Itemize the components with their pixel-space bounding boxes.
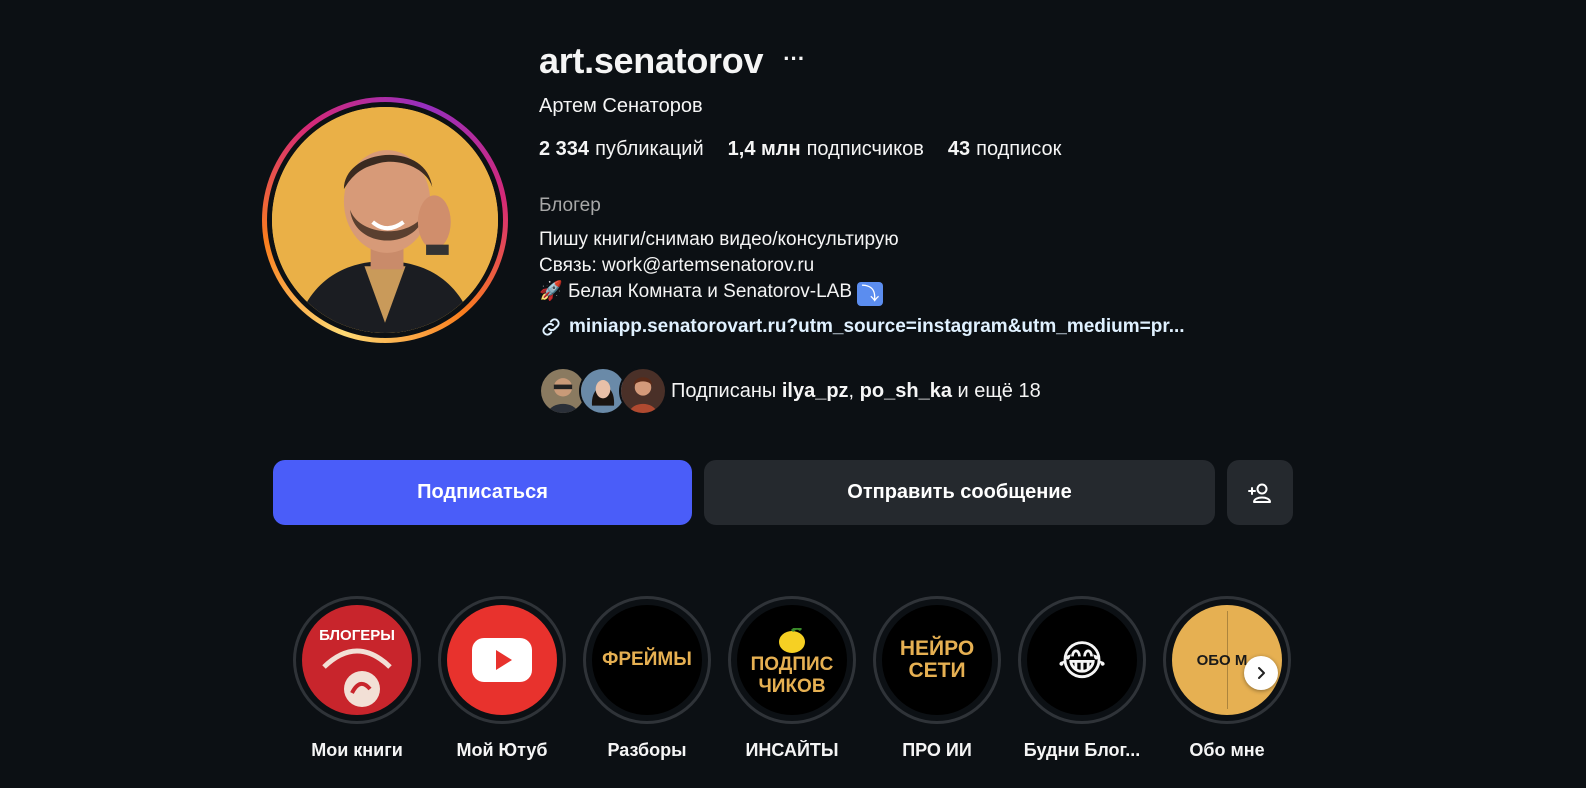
highlight-cover: БЛОГЕРЫ bbox=[302, 605, 412, 715]
book-cover-icon bbox=[322, 648, 392, 707]
chevron-right-icon bbox=[1258, 667, 1265, 679]
follower-name[interactable]: po_sh_ka bbox=[860, 380, 952, 403]
story-ring[interactable] bbox=[262, 97, 508, 343]
highlight-item[interactable]: ФРЕЙМЫ Разборы bbox=[583, 596, 711, 761]
link-text[interactable]: miniapp.senatorovart.ru?utm_source=insta… bbox=[569, 316, 1185, 338]
bio-line: 🚀 Белая Комната и Senatorov-LAB ⤵ bbox=[539, 279, 899, 306]
highlight-label: Разборы bbox=[607, 740, 687, 760]
bio-line: Связь: work@artemsenatorov.ru bbox=[539, 255, 815, 276]
lemon-icon bbox=[779, 628, 805, 653]
username: art.senatorov bbox=[539, 40, 764, 81]
highlight-label: Обо мне bbox=[1189, 740, 1265, 760]
highlight-cover: ФРЕЙМЫ bbox=[592, 605, 702, 715]
stat-posts: 2 334 публикаций bbox=[539, 138, 704, 160]
highlight-item[interactable]: Мой Ютуб bbox=[438, 596, 566, 761]
highlight-item[interactable]: 😂 Будни Блог... bbox=[1018, 596, 1146, 761]
highlights-next-button[interactable] bbox=[1244, 656, 1278, 690]
story-highlights: БЛОГЕРЫ Мои книги Мой Ютуб ФРЕЙМЫ Разбор… bbox=[293, 596, 1291, 761]
follower-name[interactable]: ilya_pz bbox=[782, 380, 849, 403]
bio: Пишу книги/снимаю видео/консультирую Свя… bbox=[539, 227, 899, 306]
full-name: Артем Сенаторов bbox=[539, 95, 703, 117]
stat-following[interactable]: 43 подписок bbox=[948, 138, 1062, 161]
highlight-label: Мой Ютуб bbox=[456, 740, 548, 760]
bio-line: Пишу книги/снимаю видео/консультирую bbox=[539, 229, 899, 250]
highlight-cover: 😂 bbox=[1027, 605, 1137, 715]
add-person-icon bbox=[1248, 483, 1271, 503]
follower-avatars bbox=[539, 367, 667, 415]
highlight-cover bbox=[447, 605, 557, 715]
profile-stats: 2 334 публикаций 1,4 млн подписчиков 43 под… bbox=[539, 138, 1061, 161]
highlight-item[interactable]: НЕЙРО СЕТИ ПРО ИИ bbox=[873, 596, 1001, 761]
profile-page: art.senatorov ··· Артем Сенаторов 2 334 п… bbox=[0, 0, 1586, 788]
profile-category: Блогер bbox=[539, 195, 601, 216]
laughing-emoji-icon: 😂 bbox=[1057, 636, 1107, 684]
highlight-item[interactable]: БЛОГЕРЫ Мои книги bbox=[293, 596, 421, 761]
followed-by[interactable]: Подписаны ilya_pz, po_sh_ka и ещё 18 bbox=[539, 367, 1041, 415]
rocket-icon: 🚀 bbox=[539, 281, 563, 302]
link-icon bbox=[542, 318, 560, 336]
ellipsis-icon[interactable]: ··· bbox=[783, 48, 805, 70]
message-button[interactable]: Отправить сообщение bbox=[704, 460, 1215, 525]
highlight-label: Будни Блог... bbox=[1023, 740, 1141, 760]
highlight-label: ПРО ИИ bbox=[902, 740, 972, 760]
username-row: art.senatorov ··· bbox=[539, 40, 805, 82]
avatar bbox=[619, 367, 667, 415]
youtube-icon bbox=[472, 638, 532, 682]
follow-button[interactable]: Подписаться bbox=[273, 460, 692, 525]
arrow-down-icon: ⤵ bbox=[857, 282, 884, 306]
highlight-cover: НЕЙРО СЕТИ bbox=[882, 605, 992, 715]
highlight-label: ИНСАЙТЫ bbox=[745, 740, 839, 760]
profile-photo-icon bbox=[272, 107, 498, 333]
highlight-item[interactable]: ПОДПИС ЧИКОВ ИНСАЙТЫ bbox=[728, 596, 856, 761]
profile-avatar[interactable] bbox=[272, 107, 498, 333]
highlight-label: Мои книги bbox=[311, 740, 403, 760]
stat-followers[interactable]: 1,4 млн подписчиков bbox=[728, 138, 924, 161]
suggest-accounts-button[interactable] bbox=[1227, 460, 1293, 525]
bio-link[interactable]: miniapp.senatorovart.ru?utm_source=insta… bbox=[539, 315, 1289, 339]
highlight-cover: ПОДПИС ЧИКОВ bbox=[737, 605, 847, 715]
